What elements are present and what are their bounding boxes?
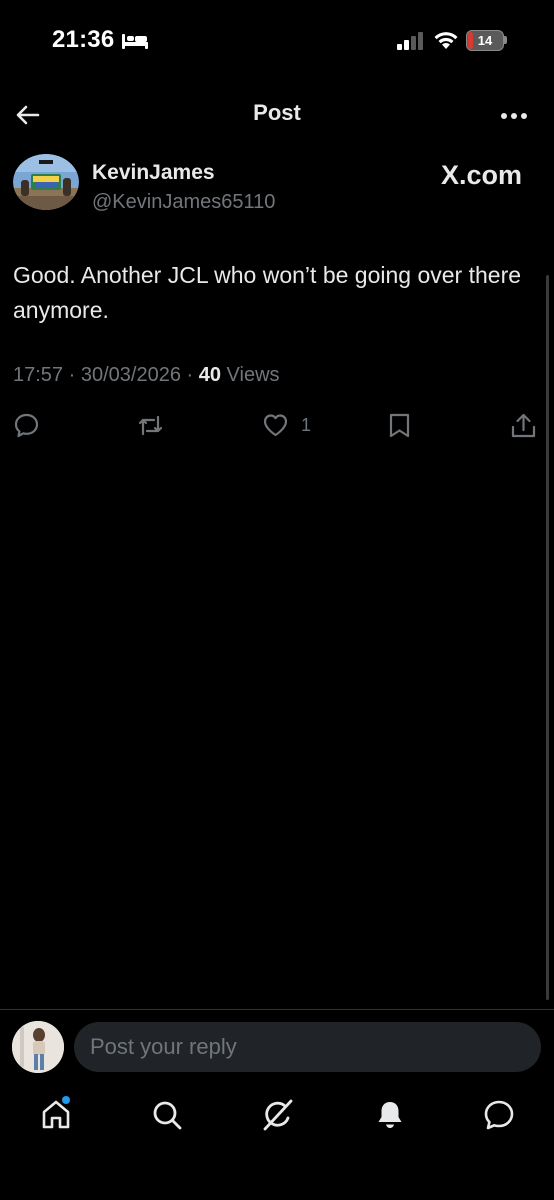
battery-level: 14	[477, 33, 493, 48]
wifi-icon	[434, 32, 458, 49]
post-meta: 17:57 · 30/03/2026 · 40 Views	[13, 364, 280, 387]
reply-icon	[14, 413, 39, 438]
reply-input[interactable]	[74, 1022, 541, 1072]
chat-icon	[484, 1100, 514, 1130]
heart-icon	[263, 414, 288, 437]
post-date: 30/03/2026	[80, 364, 181, 386]
cellular-signal-icon	[397, 32, 423, 50]
nav-search[interactable]	[150, 1098, 184, 1134]
share-icon	[511, 413, 536, 438]
repost-icon	[138, 415, 163, 436]
home-notification-dot	[62, 1096, 70, 1104]
battery-cap	[504, 36, 507, 44]
bookmark-icon	[389, 413, 410, 438]
search-icon	[153, 1101, 182, 1130]
watermark-logo: X.com	[441, 160, 523, 190]
grok-icon	[263, 1099, 293, 1131]
nav-notifications[interactable]	[373, 1098, 407, 1134]
post-text: Good. Another JCL who won’t be going ove…	[13, 262, 522, 323]
bell-icon	[378, 1102, 402, 1128]
user-avatar[interactable]	[12, 1021, 64, 1073]
author-handle[interactable]: @KevinJames65110	[92, 191, 275, 214]
views-count[interactable]: 40	[199, 364, 221, 386]
author-avatar[interactable]	[13, 154, 79, 210]
views-label[interactable]: Views	[227, 364, 280, 386]
author-name[interactable]: KevinJames	[92, 161, 215, 185]
battery-indicator: 14	[466, 30, 508, 51]
battery-body: 14	[466, 30, 504, 51]
more-horizontal-icon[interactable]	[500, 112, 528, 120]
like-count: 1	[301, 415, 312, 435]
post-detail-screen: 21:36 14 Post KevinJames @KevinJames6511…	[0, 0, 554, 1200]
meta-separator: ·	[186, 364, 199, 386]
reply-divider	[0, 1009, 554, 1010]
page-title: Post	[253, 100, 301, 125]
nav-messages[interactable]	[482, 1098, 516, 1134]
bed-icon	[122, 34, 148, 49]
post-time: 17:57	[13, 364, 64, 386]
scrollbar[interactable]	[546, 275, 549, 1000]
status-time: 21:36	[52, 26, 115, 53]
nav-grok[interactable]	[261, 1098, 295, 1134]
meta-separator: ·	[68, 364, 81, 386]
status-bar: 21:36 14	[0, 0, 554, 84]
